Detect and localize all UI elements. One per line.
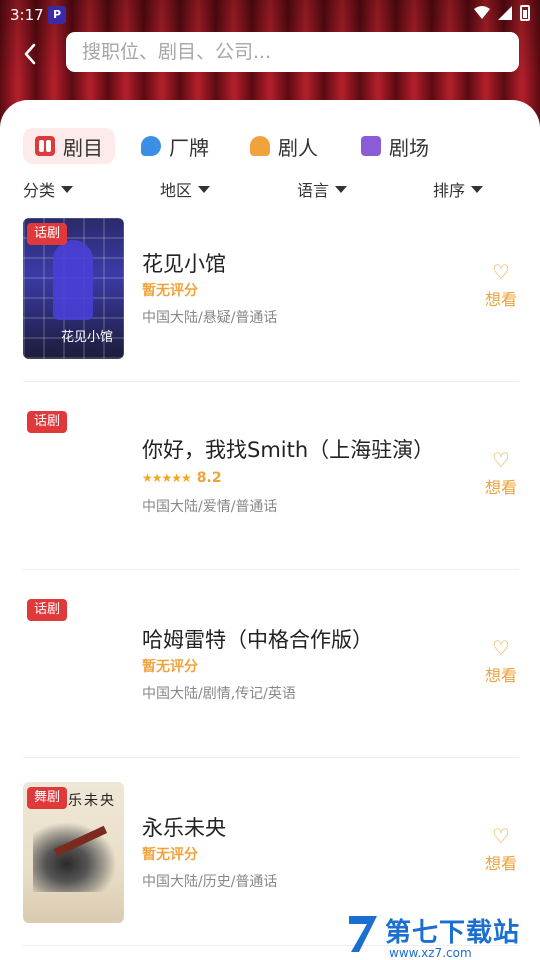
filter-sort-label: 排序: [433, 181, 466, 200]
rating-text: 暂无评分: [142, 659, 198, 675]
play-title: 你好，我找Smith（上海驻演）: [142, 438, 435, 462]
back-button[interactable]: [14, 38, 46, 70]
list-item[interactable]: 话剧 哈姆雷特（中格合作版） 暂无评分 中国大陆/剧情,传记/英语 ♡ 想看: [23, 594, 519, 758]
status-time: 3:17: [10, 6, 44, 24]
tab-theaters[interactable]: 剧场: [361, 128, 429, 164]
tab-plays[interactable]: 剧目: [23, 128, 115, 164]
tab-plays-label: 剧目: [63, 135, 103, 160]
rating: ★★★★★ 8.2: [142, 470, 222, 486]
tab-people[interactable]: 剧人: [250, 128, 318, 164]
poster-image: 话剧: [23, 406, 124, 547]
watermark-logo-icon: [349, 916, 377, 952]
list-item[interactable]: 花见小馆 话剧 花见小馆 暂无评分 中国大陆/悬疑/普通话 ♡ 想看: [23, 218, 519, 382]
filter-language[interactable]: 语言: [297, 177, 348, 201]
signal-icon: [498, 6, 512, 20]
want-label: 想看: [484, 290, 517, 309]
play-meta: 中国大陆/悬疑/普通话: [142, 310, 278, 326]
tag-icon: [141, 136, 161, 156]
watermark-url: www.xz7.com: [389, 946, 472, 960]
person-icon: [250, 136, 270, 156]
heart-plus-icon: ♡: [492, 448, 510, 472]
rating-text: 暂无评分: [142, 847, 198, 863]
want-to-see-button[interactable]: ♡ 想看: [483, 262, 519, 310]
filter-category[interactable]: 分类: [23, 177, 74, 201]
poster-title: 花见小馆: [61, 330, 114, 345]
filter-language-label: 语言: [297, 181, 330, 200]
want-label: 想看: [484, 478, 517, 497]
search-placeholder: 搜职位、剧目、公司...: [82, 41, 272, 63]
tab-labels-label: 厂牌: [169, 135, 209, 160]
poster-image: 话剧: [23, 594, 124, 735]
tab-labels[interactable]: 厂牌: [141, 128, 209, 164]
status-bar: 3:17 P: [0, 0, 540, 30]
battery-icon: [520, 5, 530, 21]
status-icons: [474, 5, 530, 21]
play-title: 花见小馆: [142, 252, 226, 276]
tab-people-label: 剧人: [278, 135, 318, 160]
app-notification-icon: P: [48, 6, 66, 24]
heart-plus-icon: ♡: [492, 824, 510, 848]
want-label: 想看: [484, 854, 517, 873]
filter-bar: 分类 地区 语言 排序: [23, 177, 518, 203]
category-tabs: 剧目 厂牌 剧人 剧场: [23, 128, 523, 166]
play-meta: 中国大陆/剧情,传记/英语: [142, 686, 296, 702]
caret-down-icon: [335, 185, 348, 193]
want-label: 想看: [484, 666, 517, 685]
heart-plus-icon: ♡: [492, 636, 510, 660]
rating-text: 暂无评分: [142, 283, 198, 299]
content-panel: 剧目 厂牌 剧人 剧场 分类 地区 语言 排序 花见小馆 话剧 花见小馆 暂无评…: [0, 100, 540, 960]
genre-badge: 舞剧: [27, 787, 68, 809]
tab-theaters-label: 剧场: [389, 135, 429, 160]
theater-icon: [361, 136, 381, 156]
rating-stars-icon: ★★★★★: [142, 471, 192, 485]
want-to-see-button[interactable]: ♡ 想看: [483, 638, 519, 686]
caret-down-icon: [471, 185, 484, 193]
genre-badge: 话剧: [27, 223, 68, 245]
poster-image: 永乐未央 舞剧: [23, 782, 124, 923]
want-to-see-button[interactable]: ♡ 想看: [483, 450, 519, 498]
play-title: 哈姆雷特（中格合作版）: [142, 628, 373, 652]
caret-down-icon: [61, 185, 74, 193]
want-to-see-button[interactable]: ♡ 想看: [483, 826, 519, 874]
watermark-text: 第七下载站: [385, 918, 521, 948]
genre-badge: 话剧: [27, 411, 68, 433]
caret-down-icon: [198, 185, 211, 193]
play-title: 永乐未央: [142, 816, 226, 840]
genre-badge: 话剧: [27, 599, 68, 621]
play-meta: 中国大陆/历史/普通话: [142, 874, 278, 890]
filter-sort[interactable]: 排序: [433, 177, 484, 201]
watermark: 第七下载站 www.xz7.com: [345, 910, 540, 960]
rating-score: 8.2: [196, 470, 222, 486]
play-meta: 中国大陆/爱情/普通话: [142, 499, 278, 515]
filter-category-label: 分类: [23, 181, 56, 200]
filter-region[interactable]: 地区: [160, 177, 211, 201]
heart-plus-icon: ♡: [492, 260, 510, 284]
search-input[interactable]: 搜职位、剧目、公司...: [66, 32, 519, 72]
poster-image: 花见小馆 话剧: [23, 218, 124, 359]
chevron-left-icon: [24, 43, 36, 65]
filter-region-label: 地区: [160, 181, 193, 200]
list-item[interactable]: 话剧 你好，我找Smith（上海驻演） ★★★★★ 8.2 中国大陆/爱情/普通…: [23, 406, 519, 570]
wifi-icon: [474, 6, 490, 19]
theater-masks-icon: [35, 136, 55, 156]
